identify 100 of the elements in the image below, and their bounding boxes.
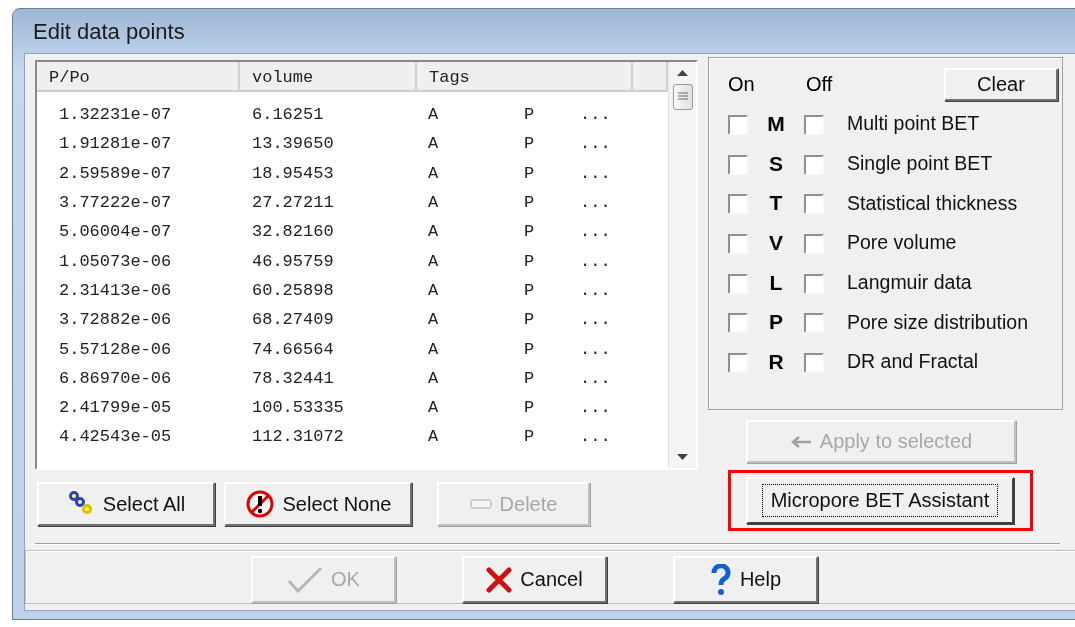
tag-letter: S: [768, 151, 784, 176]
tag-cell-text: A: [428, 222, 440, 242]
tag-cell-text: A: [428, 134, 440, 154]
tag-cell: ...: [580, 105, 611, 125]
option-label: Single point BET: [847, 152, 993, 176]
off-checkbox[interactable]: [804, 313, 824, 334]
tag-cell: ...: [580, 280, 611, 300]
table-cell-text: 32.82160: [252, 222, 335, 242]
scroll-down-icon[interactable]: [677, 454, 688, 460]
table-cell-text: 2.31413e-06: [58, 280, 173, 300]
tag-cell-text: A: [428, 163, 440, 183]
tag-cell-text: P: [524, 398, 536, 418]
tag-cell-text: P: [524, 105, 536, 125]
tag-cell-text: P: [524, 339, 536, 359]
scroll-thumb[interactable]: [672, 84, 693, 110]
on-checkbox[interactable]: [728, 154, 748, 175]
tag-cell-text: A: [428, 427, 440, 447]
option-label: Statistical thickness: [847, 191, 1018, 215]
tag-letter: P: [768, 310, 784, 335]
tag-cell-text: P: [524, 134, 536, 154]
table-cell-text: 27.27211: [252, 193, 335, 213]
option-label: Multi point BET: [847, 112, 980, 136]
tag-cell-text: P: [524, 251, 536, 271]
table-cell-text: 1.05073e-06: [58, 251, 173, 271]
table-cell-text: 13.39650: [252, 134, 335, 154]
tag-letter: V: [768, 230, 784, 255]
off-checkbox[interactable]: [804, 114, 824, 135]
tag-letter: M: [766, 111, 786, 136]
on-checkbox[interactable]: [728, 313, 748, 334]
help-button[interactable]: Help: [673, 556, 818, 603]
tag-cell-text: A: [428, 105, 440, 125]
cancel-button[interactable]: Cancel: [462, 556, 607, 603]
on-checkbox[interactable]: [728, 194, 748, 215]
tag-cell: ...: [580, 134, 611, 154]
off-checkbox[interactable]: [804, 352, 824, 373]
tag-cell-text: A: [428, 339, 440, 359]
table-cell-text: 1.91281e-07: [58, 134, 173, 154]
column-header[interactable]: Tags: [417, 62, 633, 92]
tag-cell: ...: [580, 368, 611, 388]
tag-cell: ...: [580, 339, 611, 359]
minus-icon: [469, 498, 492, 510]
on-checkbox[interactable]: [728, 114, 748, 135]
column-header[interactable]: volume: [240, 62, 417, 92]
tag-cell: ...: [580, 163, 611, 183]
option-label: Langmuir data: [847, 271, 972, 295]
question-mark-icon: [709, 563, 732, 596]
tag-cell-text: A: [428, 310, 440, 330]
checkmark-icon: [287, 565, 324, 594]
table-cell-text: 1.32231e-07: [58, 105, 173, 125]
table-cell-text: 60.25898: [252, 280, 335, 300]
table-cell-text: 4.42543e-05: [58, 427, 173, 447]
option-label: Pore size distribution: [847, 310, 1028, 334]
assistant-button[interactable]: Micropore BET Assistant: [746, 477, 1014, 524]
select-all-button[interactable]: Select All: [37, 482, 215, 526]
on-column-label: On: [728, 72, 756, 96]
table-cell-text: 2.41799e-05: [58, 398, 173, 418]
tag-cell: ...: [580, 427, 611, 447]
tag-cell-text: A: [428, 398, 440, 418]
tag-cell: ...: [580, 222, 611, 242]
table-cell-text: 78.32441: [252, 368, 335, 388]
off-checkbox[interactable]: [804, 273, 824, 294]
column-header[interactable]: P/Po: [37, 62, 240, 92]
tag-cell-text: P: [524, 163, 536, 183]
tag-cell-text: P: [524, 368, 536, 388]
table-cell-text: 112.31072: [252, 427, 345, 447]
clear-button[interactable]: Clear: [944, 67, 1058, 101]
table-cell-text: 46.95759: [252, 251, 335, 271]
tag-letter: R: [767, 349, 785, 374]
scroll-up-icon[interactable]: [677, 70, 688, 76]
tag-cell: ...: [580, 251, 611, 271]
window-title: Edit data points: [32, 18, 186, 46]
on-checkbox[interactable]: [728, 273, 748, 294]
tag-cell-text: P: [524, 310, 536, 330]
tag-cell-text: P: [524, 427, 536, 447]
off-checkbox[interactable]: [804, 194, 824, 215]
table-cell-text: 68.27409: [252, 310, 335, 330]
left-arrow-icon: [789, 435, 812, 448]
tag-cell-text: A: [428, 251, 440, 271]
tag-letter: T: [768, 191, 784, 216]
tag-cell-text: A: [428, 280, 440, 300]
tag-cell: ...: [580, 193, 611, 213]
off-checkbox[interactable]: [804, 154, 824, 175]
cross-icon: [486, 566, 513, 593]
tag-cell-text: A: [428, 368, 440, 388]
tag-cell-text: P: [524, 280, 536, 300]
on-checkbox[interactable]: [728, 352, 748, 373]
tag-cell-text: P: [524, 222, 536, 242]
table-cell-text: 18.95453: [252, 163, 335, 183]
table-cell-text: 74.66564: [252, 339, 335, 359]
table-cell-text: 5.06004e-07: [58, 222, 173, 242]
off-column-label: Off: [806, 72, 834, 96]
tag-cell: ...: [580, 398, 611, 418]
off-checkbox[interactable]: [804, 233, 824, 254]
option-label: Pore volume: [847, 231, 957, 255]
select-none-button[interactable]: Select None: [224, 482, 412, 526]
option-label: DR and Fractal: [847, 350, 979, 374]
tag-cell-text: A: [428, 193, 440, 213]
on-checkbox[interactable]: [728, 233, 748, 254]
scrollbar[interactable]: [668, 62, 696, 468]
table-cell-text: 5.57128e-06: [58, 339, 173, 359]
